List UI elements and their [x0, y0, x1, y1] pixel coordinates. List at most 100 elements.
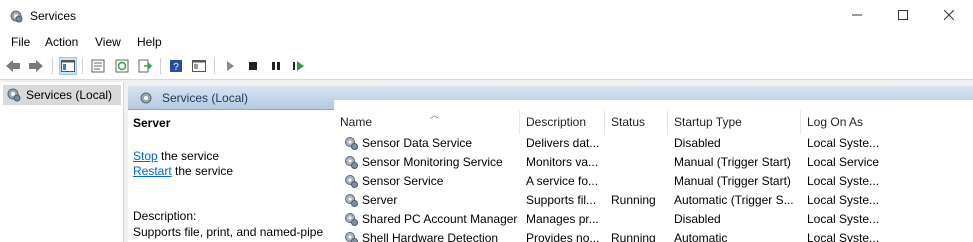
title-bar: Services	[0, 0, 973, 32]
minimize-button[interactable]	[834, 0, 880, 30]
menu-view[interactable]: View	[95, 35, 121, 49]
minimize-icon	[852, 14, 862, 16]
table-header: ︿ Name Description Status Startup Type L…	[334, 110, 973, 134]
stop-service-button[interactable]	[244, 57, 262, 75]
cell-name: Shell Hardware Detection	[362, 231, 499, 242]
table-row[interactable]: Sensor Data Service Delivers dat... Disa…	[334, 134, 973, 153]
cell-name: Sensor Service	[362, 174, 444, 188]
extended-view-panel: Server Stop the service Restart the serv…	[128, 110, 334, 242]
console-button[interactable]	[190, 57, 208, 75]
selected-service-name: Server	[133, 116, 171, 130]
back-arrow-icon	[6, 60, 20, 72]
maximize-button[interactable]	[880, 0, 926, 30]
close-button[interactable]	[926, 0, 972, 30]
close-icon	[944, 10, 954, 20]
cell-startup-type: Automatic	[674, 231, 728, 242]
description-label: Description:	[133, 209, 197, 223]
cell-name: Server	[362, 193, 398, 207]
cell-description: Monitors va...	[526, 155, 599, 169]
cell-description: A service fo...	[526, 174, 599, 188]
service-gear-icon	[345, 213, 358, 226]
cell-log-on-as: Local Syste...	[807, 212, 880, 226]
cell-startup-type: Manual (Trigger Start)	[674, 174, 791, 188]
table-row[interactable]: Sensor Monitoring Service Monitors va...…	[334, 153, 973, 172]
cell-status: Running	[611, 193, 656, 207]
services-gear-icon	[7, 88, 21, 102]
menu-file[interactable]: File	[11, 35, 30, 49]
console-icon	[192, 60, 206, 72]
menu-help[interactable]: Help	[137, 35, 162, 49]
stop-action: Stop the service	[133, 149, 219, 163]
stop-suffix: the service	[157, 149, 220, 163]
stop-service-link[interactable]: Stop	[133, 149, 158, 163]
cell-description: Delivers dat...	[526, 136, 600, 150]
restart-action: Restart the service	[133, 164, 233, 178]
column-header-name[interactable]: ︿ Name	[334, 110, 520, 134]
restart-service-button[interactable]	[290, 57, 308, 75]
service-gear-icon	[345, 232, 358, 242]
cell-name: Shared PC Account Manager	[362, 212, 518, 226]
help-icon: ?	[170, 60, 182, 73]
service-gear-icon	[345, 194, 358, 207]
cell-startup-type: Manual (Trigger Start)	[674, 155, 791, 169]
properties-icon	[91, 59, 105, 73]
stop-icon	[249, 62, 257, 70]
toolbar-separator	[82, 58, 83, 74]
start-service-button[interactable]	[221, 57, 239, 75]
play-icon	[227, 61, 234, 71]
forward-arrow-icon	[29, 60, 43, 72]
restart-icon	[293, 61, 304, 71]
toolbar-separator	[214, 58, 215, 74]
service-gear-icon	[345, 156, 358, 169]
table-row[interactable]: Shell Hardware Detection Provides no... …	[334, 229, 973, 242]
services-gear-icon	[10, 10, 23, 23]
tree-item-services-local[interactable]: Services (Local)	[3, 85, 121, 105]
show-hide-tree-button[interactable]	[59, 57, 77, 75]
column-header-startup-type[interactable]: Startup Type	[668, 110, 801, 134]
cell-log-on-as: Local Syste...	[807, 193, 880, 207]
cell-name: Sensor Monitoring Service	[362, 155, 503, 169]
table-row-selected[interactable]: Server Supports fil... Running Automatic…	[334, 191, 973, 210]
table-row[interactable]: Sensor Service A service fo... Manual (T…	[334, 172, 973, 191]
column-header-status[interactable]: Status	[605, 110, 668, 134]
window-title: Services	[30, 9, 77, 23]
cell-description: Manages pr...	[526, 212, 599, 226]
column-header-log-on-as[interactable]: Log On As	[801, 110, 901, 134]
refresh-icon	[115, 59, 129, 73]
column-header-description[interactable]: Description	[520, 110, 605, 134]
show-hide-tree-icon	[61, 60, 75, 72]
export-icon	[138, 59, 152, 73]
export-list-button[interactable]	[136, 57, 154, 75]
cell-status: Running	[611, 231, 656, 242]
cell-log-on-as: Local Syste...	[807, 174, 880, 188]
cell-description: Supports fil...	[526, 193, 597, 207]
column-header-label: Status	[611, 115, 646, 129]
forward-button[interactable]	[27, 57, 45, 75]
services-content-pane: Services (Local) Server Stop the service…	[128, 86, 973, 242]
cell-startup-type: Disabled	[674, 136, 721, 150]
back-button[interactable]	[4, 57, 22, 75]
refresh-button[interactable]	[113, 57, 131, 75]
restart-service-link[interactable]: Restart	[133, 164, 172, 178]
pause-icon	[272, 62, 280, 70]
cell-log-on-as: Local Syste...	[807, 136, 880, 150]
cell-log-on-as: Local Syste...	[807, 231, 880, 242]
toolbar-separator	[52, 58, 53, 74]
description-text: Supports file, print, and named-pipe	[133, 225, 324, 239]
column-header-label: Startup Type	[674, 115, 742, 129]
table-row[interactable]: Shared PC Account Manager Manages pr... …	[334, 210, 973, 229]
svg-text:?: ?	[173, 62, 179, 73]
help-button[interactable]: ?	[167, 57, 185, 75]
service-gear-icon	[345, 175, 358, 188]
menu-action[interactable]: Action	[45, 35, 78, 49]
services-gear-icon	[140, 92, 152, 104]
content-header-title: Services (Local)	[162, 91, 249, 105]
restart-suffix: the service	[171, 164, 234, 178]
services-list: ︿ Name Description Status Startup Type L…	[334, 100, 973, 242]
cell-startup-type: Disabled	[674, 212, 721, 226]
maximize-icon	[898, 10, 908, 20]
properties-button[interactable]	[89, 57, 107, 75]
pause-service-button[interactable]	[267, 57, 285, 75]
toolbar-separator	[160, 58, 161, 74]
service-gear-icon	[345, 137, 358, 150]
